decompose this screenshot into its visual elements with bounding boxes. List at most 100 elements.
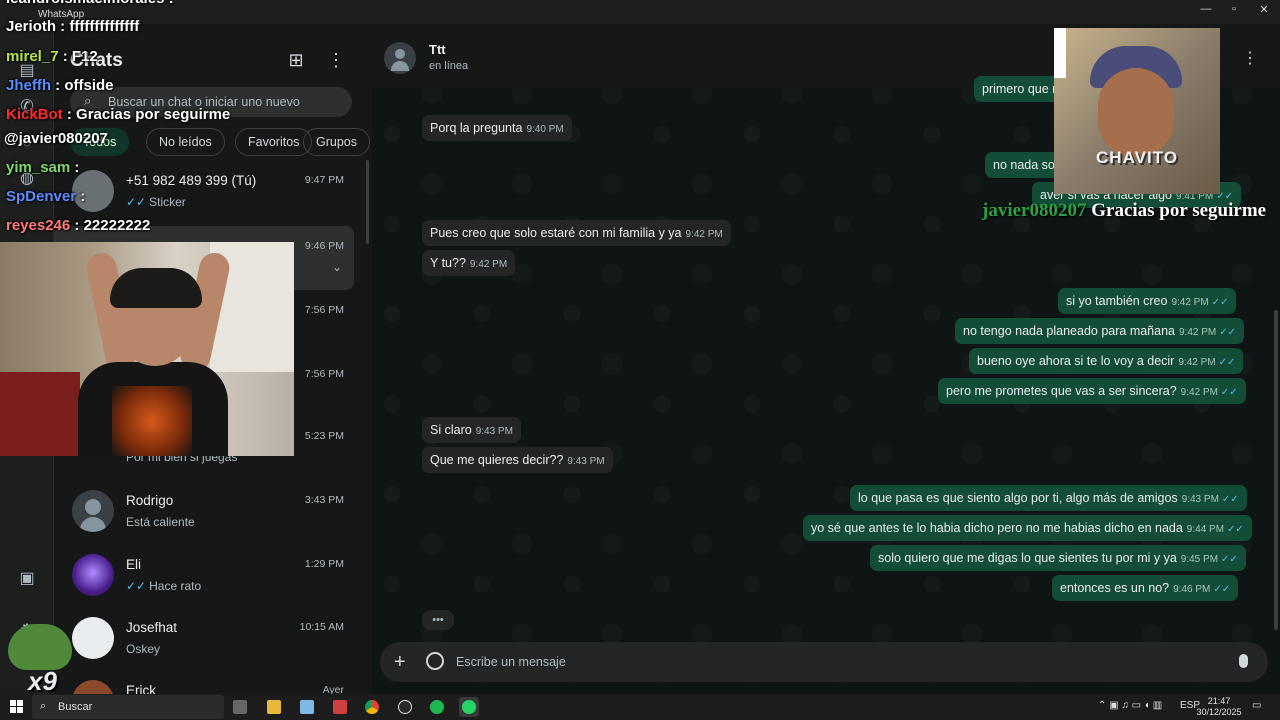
double-check-icon: ✓✓ [1221, 554, 1238, 565]
follow-alert: javier080207 Gracias por seguirme [982, 200, 1267, 221]
double-check-icon: ✓✓ [1227, 524, 1244, 535]
overlay-chat-line: SpDenver : [6, 188, 86, 205]
overlay-chat-line: reyes246 : 22222222 [6, 217, 151, 234]
message-outgoing[interactable]: pero me prometes que vas a ser sincera? 9… [938, 378, 1246, 404]
taskbar: ⌕ Buscar ⌃ ▣ ♫ ▭ ◖ ▥ ESP 21:47 30/12/202… [0, 694, 1280, 720]
chat-preview: ✓✓ Hace rato [126, 579, 202, 593]
overlay-chat-line: leandroismaelmorales : [6, 0, 174, 7]
search-icon: ⌕ [40, 700, 47, 712]
double-check-icon: ✓✓ [1218, 357, 1236, 368]
webcam-overlay [0, 242, 294, 456]
message-incoming[interactable]: Si claro 9:43 PM [422, 417, 521, 443]
double-check-icon: ✓✓ [1220, 387, 1238, 398]
message-outgoing[interactable]: lo que pasa es que siento algo por ti, a… [850, 485, 1247, 511]
message-composer: + Escribe un mensaje [380, 642, 1268, 682]
chat-time: 1:29 PM [304, 558, 344, 570]
microphone-icon[interactable] [1239, 654, 1248, 668]
tray-icons[interactable]: ⌃ ▣ ♫ ▭ ◖ ▥ [1098, 700, 1162, 711]
app-icon[interactable] [330, 697, 350, 717]
overlay-chat-line: yim_sam : [6, 159, 80, 176]
taskbar-search[interactable]: ⌕ Buscar [32, 695, 224, 719]
chat-time: Ayer [322, 684, 344, 694]
chat-item-self[interactable]: +51 982 489 399 (Tú) 9:47 PM ✓✓ Sticker [54, 160, 354, 224]
contact-name: Ttt [429, 42, 446, 57]
message-input[interactable]: Escribe un mensaje [456, 655, 566, 669]
message-outgoing[interactable]: si yo también creo 9:42 PM ✓✓ [1058, 288, 1237, 314]
avatar [72, 490, 114, 532]
maximize-button[interactable]: ▫ [1222, 3, 1246, 19]
message-incoming[interactable]: Y tu?? 9:42 PM [422, 250, 516, 276]
message-incoming[interactable]: Porq la pregunta 9:40 PM [422, 115, 572, 141]
message-incoming[interactable]: Pues creo que solo estaré con mi familia… [422, 220, 731, 246]
chat-preview: Está caliente [126, 515, 195, 529]
obs-icon[interactable] [395, 697, 415, 717]
contact-status: en línea [429, 60, 469, 72]
whatsapp-taskbar-icon[interactable] [459, 697, 479, 717]
avatar [72, 617, 114, 659]
guest-cam-overlay: CHAVITO [1054, 28, 1220, 194]
minimize-button[interactable]: — [1194, 3, 1218, 19]
message-incoming[interactable]: Que me quieres decir?? 9:43 PM [422, 447, 613, 473]
chair [0, 372, 80, 456]
sticker-icon[interactable] [426, 652, 444, 670]
chat-time: 10:15 AM [299, 621, 344, 633]
chat-time: 7:56 PM [304, 304, 344, 316]
double-check-icon: ✓✓ [1219, 327, 1237, 338]
chip-favorites[interactable]: Favoritos [235, 128, 313, 156]
title-bar: WhatsApp — ▫ ✕ [0, 0, 1280, 24]
app-icon[interactable] [297, 697, 317, 717]
chat-time: 7:56 PM [304, 368, 344, 380]
task-view-icon[interactable] [230, 697, 250, 717]
chat-name: +51 982 489 399 (Tú) [126, 173, 257, 188]
notification-icon[interactable]: ▭ [1252, 700, 1261, 711]
chat-name: Eli [126, 557, 142, 572]
chat-preview: Oskey [126, 642, 161, 656]
message-outgoing[interactable]: entonces es un no? 9:46 PM ✓✓ [1052, 575, 1239, 601]
windows-start-icon[interactable] [10, 700, 24, 714]
chat-name: Josefhat [126, 620, 178, 635]
overlay-chat-line: mirel_7 : F12 [6, 48, 98, 65]
avatar [72, 554, 114, 596]
overlay-chat-line: Jerioth : ffffffffffffff [6, 18, 140, 35]
spotify-icon[interactable] [427, 697, 447, 717]
guest-cam-label: CHAVITO [1096, 148, 1178, 167]
chat-name: Erick [126, 683, 156, 694]
double-check-icon: ✓✓ [126, 579, 147, 593]
typing-indicator: ••• [422, 610, 454, 630]
chat-item-eli[interactable]: Eli 1:29 PM ✓✓ Hace rato [54, 544, 354, 608]
chat-name: Rodrigo [126, 493, 174, 508]
attach-plus-icon[interactable]: + [394, 650, 406, 674]
file-explorer-icon[interactable] [264, 697, 284, 717]
close-button[interactable]: ✕ [1252, 3, 1276, 19]
overlay-chat-line: @javier080207 [4, 130, 108, 147]
chat-item-rodrigo[interactable]: Rodrigo 3:43 PM Está caliente [54, 480, 354, 544]
message-outgoing[interactable]: bueno oye ahora si te lo voy a decir 9:42… [969, 348, 1244, 374]
avatar [72, 680, 114, 694]
double-check-icon: ✓✓ [1221, 494, 1239, 505]
chip-groups[interactable]: Grupos [303, 128, 370, 156]
overlay-chat-line: Jheffh : offside [6, 77, 114, 94]
emote-counter: x9 [28, 666, 57, 696]
message-outgoing[interactable]: no tengo nada planeado para mañana 9:42 P… [955, 318, 1245, 344]
new-chat-icon[interactable]: ⊞ [284, 48, 308, 72]
message-outgoing[interactable]: no nada so [985, 152, 1063, 178]
chrome-icon[interactable] [362, 697, 382, 717]
menu-icon[interactable]: ⋮ [324, 48, 348, 72]
message-outgoing[interactable]: solo quiero que me digas lo que sientes … [870, 545, 1246, 571]
conversation-menu-icon[interactable]: ⋮ [1242, 48, 1258, 68]
chip-unread[interactable]: No leídos [146, 128, 225, 156]
double-check-icon: ✓✓ [1211, 297, 1229, 308]
chat-item-josefhat[interactable]: Josefhat 10:15 AM Oskey [54, 607, 354, 671]
chat-time: 9:47 PM [304, 174, 344, 186]
message-outgoing[interactable]: yo sé que antes te lo habia dicho pero n… [803, 515, 1252, 541]
taskbar-clock[interactable]: 21:47 30/12/2025 [1196, 696, 1242, 718]
contact-avatar[interactable] [384, 42, 416, 74]
chat-item-erick[interactable]: Erick Ayer [54, 670, 354, 694]
double-check-icon: ✓✓ [1213, 584, 1231, 595]
chat-time: 9:46 PM [304, 240, 344, 252]
chat-list-scrollbar[interactable] [366, 160, 369, 244]
double-check-icon: ✓✓ [126, 195, 147, 209]
conversation-scrollbar[interactable] [1274, 310, 1278, 630]
media-icon[interactable]: ▣ [16, 568, 38, 590]
chevron-down-icon[interactable]: ⌄ [332, 260, 342, 274]
